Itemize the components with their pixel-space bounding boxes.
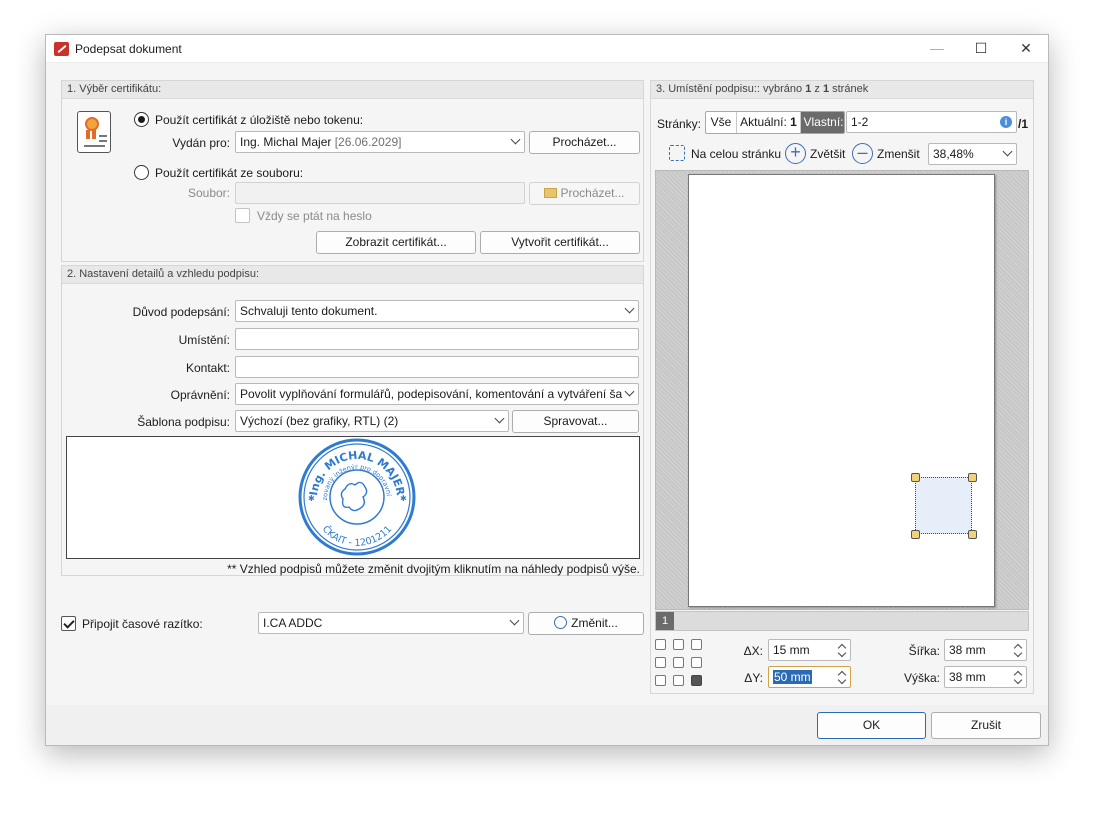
dy-spinner[interactable]: 50 mm <box>768 666 851 688</box>
fit-page-icon <box>669 145 685 161</box>
dy-label: ΔY: <box>744 671 763 685</box>
segment-current[interactable]: Aktuální: 1 <box>737 112 801 133</box>
minus-icon: – <box>852 143 873 164</box>
template-select[interactable]: Výchozí (bez grafiky, RTL) (2) <box>235 410 509 432</box>
permission-label: Oprávnění: <box>170 388 230 402</box>
width-label: Šířka: <box>908 644 940 658</box>
page-thumbnail <box>688 174 995 607</box>
down-arrow-icon[interactable] <box>837 648 847 658</box>
folder-icon <box>544 188 558 198</box>
svg-text:Autorizovaný inženýr pro dopra: Autorizovaný inženýr pro dopravní stavby <box>67 437 393 501</box>
use-file-label: Použít certifikát ze souboru: <box>155 166 304 180</box>
chevron-down-icon <box>509 615 520 626</box>
use-store-radio[interactable] <box>134 112 149 127</box>
timestamp-label: Připojit časové razítko: <box>82 617 203 631</box>
permission-select[interactable]: Povolit vyplňování formulářů, podepisová… <box>235 383 639 405</box>
signature-details-section: 2. Nastavení detailů a vzhledu podpisu: … <box>61 265 644 576</box>
dx-label: ΔX: <box>743 644 763 658</box>
section-title: 1. Výběr certifikátu: <box>62 81 643 99</box>
zoom-in-button[interactable]: + Zvětšit <box>785 143 849 165</box>
zoom-select[interactable]: 38,48% <box>928 143 1017 165</box>
always-ask-label: Vždy se ptát na heslo <box>257 209 372 223</box>
svg-text:✱: ✱ <box>400 494 407 503</box>
browse-store-button[interactable]: Procházet... <box>529 131 640 154</box>
height-label: Výška: <box>903 671 940 685</box>
template-label: Šablona podpisu: <box>137 415 230 429</box>
show-certificate-button[interactable]: Zobrazit certifikát... <box>316 231 476 254</box>
segment-custom[interactable]: Vlastní: <box>801 112 844 133</box>
chevron-down-icon <box>624 303 635 314</box>
chevron-down-icon <box>624 386 635 397</box>
anchor-grid[interactable] <box>655 639 705 689</box>
file-label: Soubor: <box>187 186 230 200</box>
cancel-button[interactable]: Zrušit <box>931 712 1041 739</box>
app-pen-icon <box>54 42 69 56</box>
page-tab[interactable]: 1 <box>656 612 674 630</box>
chevron-down-icon <box>494 413 505 424</box>
close-button[interactable]: ✕ <box>1003 35 1049 63</box>
ok-button[interactable]: OK <box>817 712 926 739</box>
contact-label: Kontakt: <box>185 361 230 375</box>
section-title: 2. Nastavení detailů a vzhledu podpisu: <box>62 266 643 284</box>
placement-section: 3. Umístění podpisu:: vybráno 1 z 1 strá… <box>650 80 1034 694</box>
always-ask-checkbox[interactable] <box>235 208 250 223</box>
segment-all[interactable]: Vše <box>706 112 737 133</box>
custom-pages-input[interactable]: 1-2 i <box>846 111 1017 133</box>
certificate-section: 1. Výběr certifikátu: Použít certifikát … <box>61 80 644 262</box>
resize-handle-bottom-right[interactable] <box>968 530 977 539</box>
svg-text:Ing. MICHAL MAJER: Ing. MICHAL MAJER <box>307 449 407 497</box>
certificate-icon <box>77 111 111 153</box>
contact-input[interactable] <box>235 356 639 378</box>
timestamp-server-select[interactable]: I.CA ADDC <box>258 612 524 634</box>
reason-label: Důvod podepsání: <box>132 305 230 319</box>
pages-label: Stránky: <box>657 117 702 131</box>
page-preview-area <box>655 170 1029 610</box>
section-title: 3. Umístění podpisu:: vybráno 1 z 1 strá… <box>651 81 1033 99</box>
location-label: Umístění: <box>178 333 230 347</box>
zoom-out-button[interactable]: – Zmenšit <box>852 143 926 165</box>
change-timestamp-button[interactable]: Změnit... <box>528 612 644 635</box>
issued-for-label: Vydán pro: <box>172 136 230 150</box>
location-input[interactable] <box>235 328 639 350</box>
use-store-label: Použít certifikát z úložiště nebo tokenu… <box>155 113 364 127</box>
pages-total: /1 <box>1018 117 1029 131</box>
title-bar: Podepsat dokument — ☐ ✕ <box>46 35 1048 63</box>
chevron-down-icon <box>510 134 521 145</box>
reason-select[interactable]: Schvaluji tento dokument. <box>235 300 639 322</box>
window-title: Podepsat dokument <box>75 42 182 56</box>
down-arrow-icon[interactable] <box>837 675 847 685</box>
height-spinner[interactable]: 38 mm <box>944 666 1027 688</box>
stamp-image: Ing. MICHAL MAJER Autorizovaný inženýr p… <box>65 431 416 556</box>
down-arrow-icon[interactable] <box>1013 648 1023 658</box>
resize-handle-top-left[interactable] <box>911 473 920 482</box>
manage-templates-button[interactable]: Spravovat... <box>512 410 639 433</box>
resize-handle-bottom-left[interactable] <box>911 530 920 539</box>
page-tabs-bar: 1 <box>655 611 1029 631</box>
appearance-hint: ** Vzhled podpisů můžete změnit dvojitým… <box>227 562 640 576</box>
timestamp-checkbox[interactable] <box>61 616 76 631</box>
issued-for-select[interactable]: Ing. Michal Majer [26.06.2029] <box>235 131 525 153</box>
signature-placement-box[interactable] <box>915 477 972 534</box>
browse-file-button[interactable]: Procházet... <box>529 182 640 205</box>
file-input[interactable] <box>235 182 525 204</box>
svg-text:✱: ✱ <box>308 494 315 503</box>
plus-icon: + <box>785 143 806 164</box>
fit-page-button[interactable]: Na celou stránku <box>665 143 785 165</box>
width-spinner[interactable]: 38 mm <box>944 639 1027 661</box>
dx-spinner[interactable]: 15 mm <box>768 639 851 661</box>
dialog-body: 1. Výběr certifikátu: Použít certifikát … <box>46 63 1048 705</box>
create-certificate-button[interactable]: Vytvořit certifikát... <box>480 231 640 254</box>
maximize-button[interactable]: ☐ <box>958 35 1004 63</box>
down-arrow-icon[interactable] <box>1013 675 1023 685</box>
svg-text:ČKAIT - 1201211: ČKAIT - 1201211 <box>320 523 394 549</box>
sign-document-dialog: Podepsat dokument — ☐ ✕ 1. Výběr certifi… <box>45 34 1049 746</box>
use-file-radio[interactable] <box>134 165 149 180</box>
compass-icon <box>554 616 568 629</box>
minimize-button[interactable]: — <box>914 35 960 63</box>
signature-preview[interactable]: Ing. MICHAL MAJER Autorizovaný inženýr p… <box>65 431 640 559</box>
chevron-down-icon <box>1002 146 1013 157</box>
resize-handle-top-right[interactable] <box>968 473 977 482</box>
info-icon[interactable]: i <box>1000 116 1012 128</box>
pages-segmented-control: Vše Aktuální: 1 Vlastní: <box>705 111 845 134</box>
